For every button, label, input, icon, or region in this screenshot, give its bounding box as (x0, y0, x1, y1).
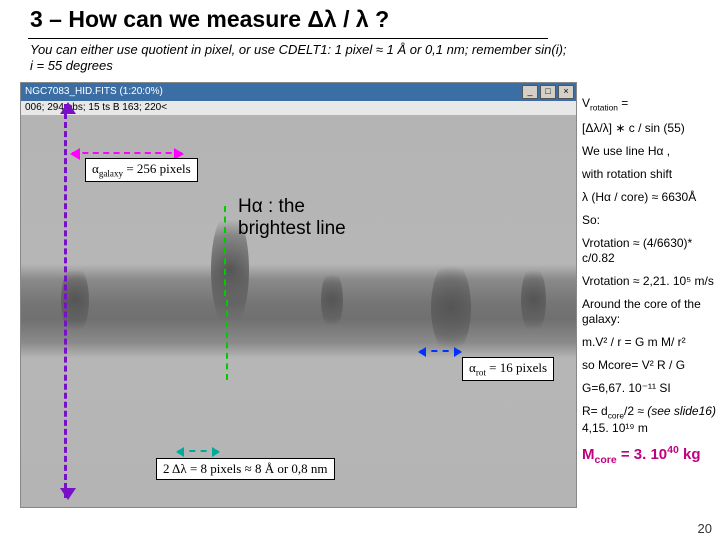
mcore-result: Mcore = 3. 1040 kg (582, 444, 716, 467)
spectral-blob (431, 260, 471, 355)
window-title: NGC7083_HID.FITS (1:20:0%) (25, 86, 163, 97)
window-titlebar: NGC7083_HID.FITS (1:20:0%) _ □ × (21, 83, 576, 101)
delta-lambda-arrow (178, 450, 218, 452)
derivation-text: Vrotation = [Δλ/λ] ∗ c / sin (55) We use… (582, 96, 716, 475)
spectrum-panel: NGC7083_HID.FITS (1:20:0%) _ □ × 006; 29… (20, 82, 577, 508)
slide-number: 20 (698, 521, 712, 536)
delta-lambda-label: 2 Δλ = 8 pixels ≈ 8 Å or 0,8 nm (156, 458, 335, 480)
window-status: 006; 294 obs; 15 ts B 163; 220< (21, 101, 576, 116)
spectral-blob (521, 265, 546, 335)
window-min-button[interactable]: _ (522, 85, 538, 99)
halpha-marker (226, 300, 228, 380)
alpha-galaxy-arrow (72, 152, 182, 154)
window-max-button[interactable]: □ (540, 85, 556, 99)
window-close-button[interactable]: × (558, 85, 574, 99)
halpha-marker (224, 206, 226, 296)
halpha-label: Hα : the brightest line (238, 196, 388, 240)
slide-subtitle: You can either use quotient in pixel, or… (30, 42, 570, 75)
title-underline (28, 38, 548, 39)
spectral-blob (321, 270, 343, 330)
alpha-rot-label: αrot = 16 pixels (462, 357, 554, 381)
vertical-extent-arrow (64, 104, 67, 498)
alpha-galaxy-label: αgalaxy = 256 pixels (85, 158, 198, 182)
slide-title: 3 – How can we measure Δλ / λ ? (30, 6, 389, 33)
alpha-rot-arrow (420, 350, 460, 352)
